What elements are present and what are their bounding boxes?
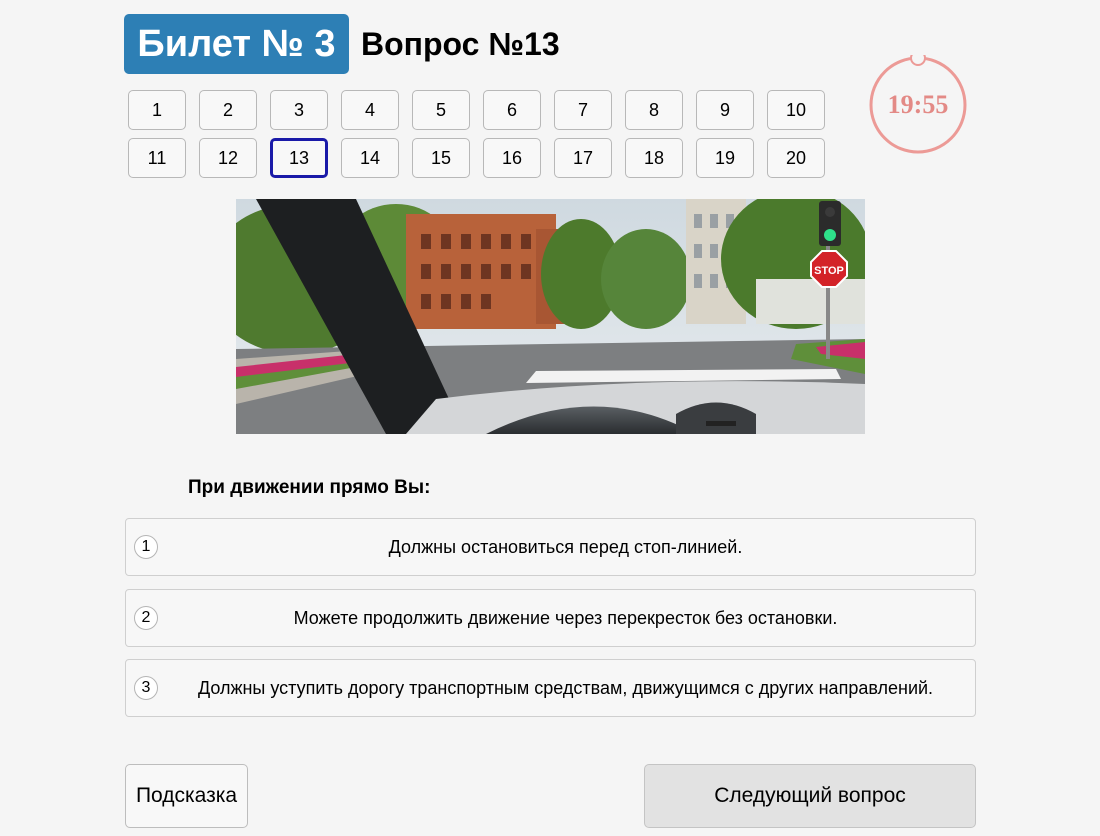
question-nav-button-15[interactable]: 15 [412, 138, 470, 178]
question-nav-button-10[interactable]: 10 [767, 90, 825, 130]
question-nav-button-20[interactable]: 20 [767, 138, 825, 178]
timer: 19:55 [868, 50, 968, 155]
road-scene-image: STOP [236, 199, 865, 434]
stop-sign-icon: STOP [810, 250, 848, 288]
next-question-button[interactable]: Следующий вопрос [644, 764, 976, 828]
question-nav-button-11[interactable]: 11 [128, 138, 186, 178]
question-nav-button-17[interactable]: 17 [554, 138, 612, 178]
timer-value: 19:55 [887, 90, 949, 119]
question-nav-button-1[interactable]: 1 [128, 90, 186, 130]
hint-button[interactable]: Подсказка [125, 764, 248, 828]
question-nav-button-18[interactable]: 18 [625, 138, 683, 178]
answer-option-3[interactable]: 3 Должны уступить дорогу транспортным ср… [125, 659, 976, 717]
question-nav-button-12[interactable]: 12 [199, 138, 257, 178]
question-nav-button-8[interactable]: 8 [625, 90, 683, 130]
question-nav-button-19[interactable]: 19 [696, 138, 754, 178]
question-nav-button-14[interactable]: 14 [341, 138, 399, 178]
question-title: Вопрос №13 [361, 26, 560, 62]
answer-option-2[interactable]: 2 Можете продолжить движение через перек… [125, 589, 976, 647]
answer-text: Должны остановиться перед стоп-линией. [388, 536, 743, 557]
question-prompt: При движении прямо Вы: [188, 477, 431, 498]
answer-option-1[interactable]: 1 Должны остановиться перед стоп-линией. [125, 518, 976, 576]
answer-text: Должны уступить дорогу транспортным сред… [197, 677, 934, 698]
question-nav-button-7[interactable]: 7 [554, 90, 612, 130]
answer-number: 3 [134, 676, 158, 700]
question-nav-button-2[interactable]: 2 [199, 90, 257, 130]
question-nav-button-13[interactable]: 13 [270, 138, 328, 178]
question-nav-button-6[interactable]: 6 [483, 90, 541, 130]
question-nav-button-5[interactable]: 5 [412, 90, 470, 130]
svg-text:STOP: STOP [814, 265, 844, 277]
ticket-badge: Билет № 3 [124, 14, 349, 74]
question-nav-button-4[interactable]: 4 [341, 90, 399, 130]
answer-number: 1 [134, 535, 158, 559]
traffic-light-icon [825, 207, 835, 217]
answer-number: 2 [134, 606, 158, 630]
answer-text: Можете продолжить движение через перекре… [293, 607, 838, 628]
question-nav-button-16[interactable]: 16 [483, 138, 541, 178]
question-nav-button-9[interactable]: 9 [696, 90, 754, 130]
question-nav-button-3[interactable]: 3 [270, 90, 328, 130]
